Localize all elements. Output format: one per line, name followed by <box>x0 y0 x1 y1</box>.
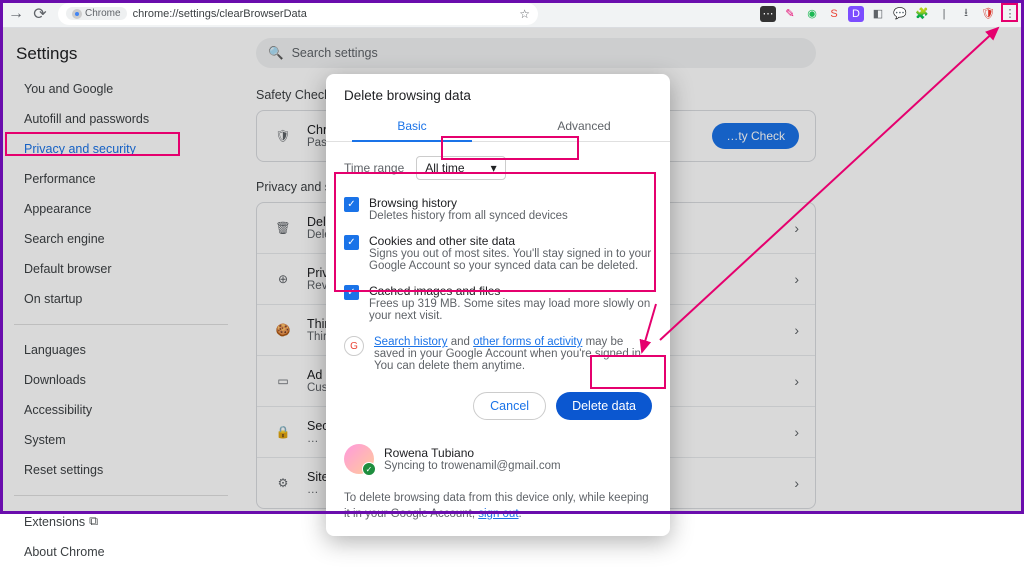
browser-toolbar: → ⟳ Chrome chrome://settings/clearBrowse… <box>0 0 1024 28</box>
ext-dashlane-icon[interactable]: ⋯ <box>760 6 776 22</box>
user-name: Rowena Tubiano <box>384 446 561 460</box>
option-cached-images[interactable]: ✓ Cached images and filesFrees up 319 MB… <box>326 278 670 328</box>
option-cookies[interactable]: ✓ Cookies and other site dataSigns you o… <box>326 228 670 278</box>
time-range-label: Time range <box>344 161 404 175</box>
tab-advanced[interactable]: Advanced <box>498 113 670 141</box>
sidebar-extensions-label: Extensions <box>24 515 85 529</box>
chrome-logo-icon <box>72 9 82 19</box>
tab-basic[interactable]: Basic <box>326 113 498 141</box>
user-sync-status: Syncing to trowenamil@gmail.com <box>384 460 561 472</box>
device-only-note: To delete browsing data from this device… <box>326 484 670 522</box>
nav-forward-button[interactable]: → <box>6 4 26 24</box>
ext-chat-icon[interactable]: 💬 <box>892 6 908 22</box>
download-icon[interactable]: ⭳ <box>958 6 974 22</box>
kebab-menu-icon[interactable]: ⋮ <box>1002 6 1018 22</box>
site-chip-label: Chrome <box>85 8 121 19</box>
bookmark-star-icon[interactable]: ☆ <box>519 7 530 21</box>
time-range-value: All time <box>425 161 464 175</box>
user-avatar-icon <box>344 444 374 474</box>
cancel-button[interactable]: Cancel <box>473 392 546 420</box>
sync-user-row: Rowena TubianoSyncing to trowenamil@gmai… <box>326 436 670 484</box>
ext-d-icon[interactable]: D <box>848 6 864 22</box>
url-text: chrome://settings/clearBrowserData <box>133 8 307 20</box>
other-activity-link[interactable]: other forms of activity <box>473 336 582 348</box>
checkbox-checked-icon[interactable]: ✓ <box>344 197 359 212</box>
ext-generic-icon[interactable]: ◧ <box>870 6 886 22</box>
sidebar-item-about-chrome[interactable]: About Chrome <box>14 537 236 567</box>
reload-button[interactable]: ⟳ <box>30 4 50 24</box>
site-chip: Chrome <box>66 7 127 20</box>
ext-red-s-icon[interactable]: S <box>826 6 842 22</box>
dialog-tabs: Basic Advanced <box>326 113 670 142</box>
dialog-title: Delete browsing data <box>326 74 670 113</box>
delete-browsing-data-dialog: Delete browsing data Basic Advanced Time… <box>326 74 670 536</box>
delete-data-button[interactable]: Delete data <box>556 392 652 420</box>
divider-icon: | <box>936 6 952 22</box>
url-bar[interactable]: Chrome chrome://settings/clearBrowserDat… <box>58 3 538 25</box>
extensions-puzzle-icon[interactable]: 🧩 <box>914 6 930 22</box>
sign-out-link[interactable]: sign out <box>478 508 518 520</box>
checkbox-checked-icon[interactable]: ✓ <box>344 285 359 300</box>
google-activity-info: G Search history and other forms of acti… <box>326 328 670 380</box>
time-range-select[interactable]: All time ▾ <box>416 156 505 180</box>
chevron-down-icon: ▾ <box>491 161 497 175</box>
ext-pencil-icon[interactable]: ✎ <box>782 6 798 22</box>
extension-tray: ⋯ ✎ ◉ S D ◧ 💬 🧩 | ⭳ 🛡 ⋮ <box>760 6 1018 22</box>
google-g-icon: G <box>344 336 364 356</box>
external-link-icon: ⧉ <box>89 514 98 529</box>
option-browsing-history[interactable]: ✓ Browsing historyDeletes history from a… <box>326 190 670 228</box>
checkbox-checked-icon[interactable]: ✓ <box>344 235 359 250</box>
ext-grammarly-icon[interactable]: ◉ <box>804 6 820 22</box>
search-history-link[interactable]: Search history <box>374 336 448 348</box>
ext-ublock-icon[interactable]: 🛡 <box>980 6 996 22</box>
